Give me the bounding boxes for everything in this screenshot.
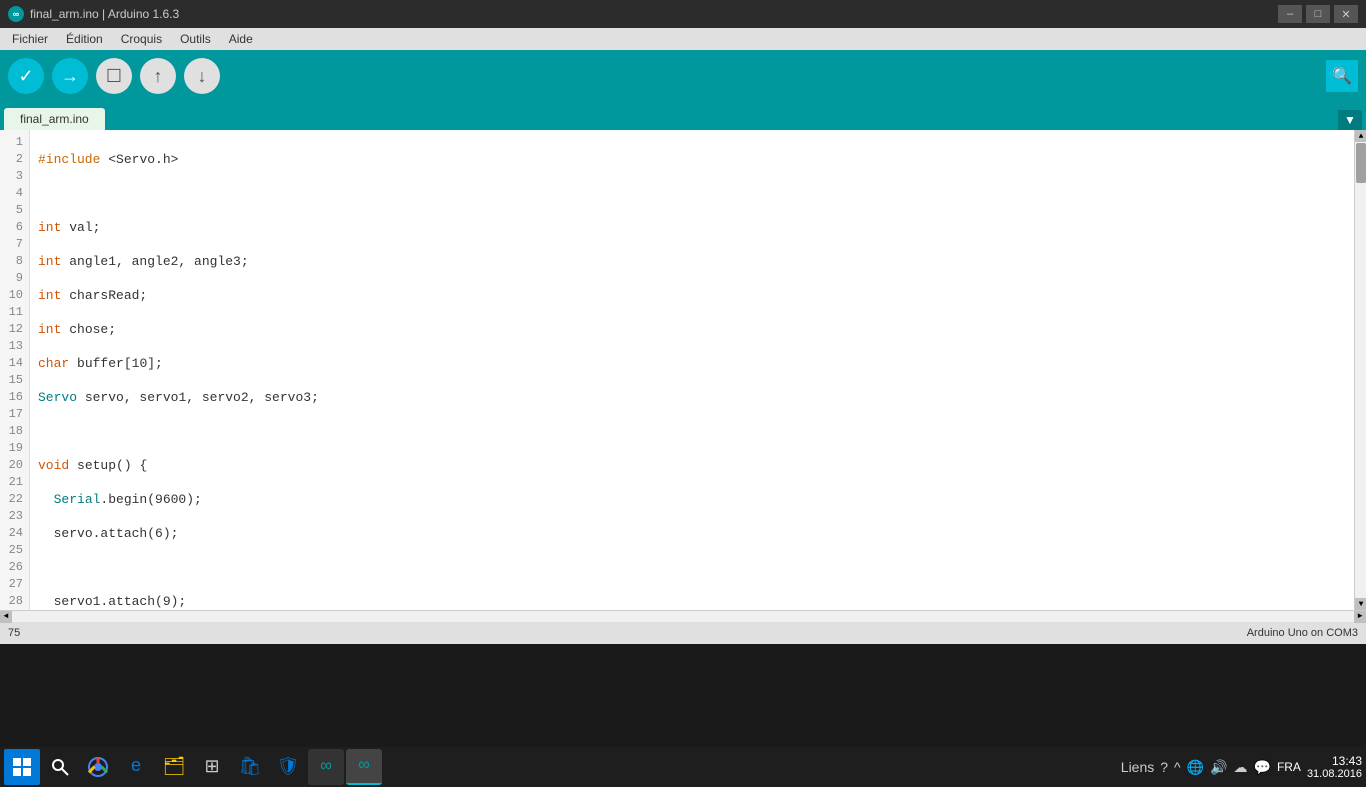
search-toolbar-button[interactable]: 🔍 (1326, 60, 1358, 92)
close-button[interactable]: ✕ (1334, 5, 1358, 23)
taskbar-defender-button[interactable]: 🛡 (270, 749, 306, 785)
taskbar: e 🗂 ⊞ 🛍 🛡 ∞ ∞ Liens ? ^ 🌐 🔊 ☁ 💬 FRA 13:4… (0, 747, 1366, 787)
clock-time: 13:43 (1307, 754, 1362, 768)
code-line-6: int chose; (38, 321, 1346, 338)
code-line-5: int charsRead; (38, 287, 1346, 304)
toolbar: ✓ → ☐ ↑ ↓ 🔍 (0, 50, 1366, 102)
tabs-bar: final_arm.ino ▼ (0, 102, 1366, 130)
onedrive-icon[interactable]: ☁ (1234, 759, 1248, 776)
windows-icon (13, 758, 31, 776)
notification-icon[interactable]: 💬 (1254, 759, 1271, 776)
chrome-icon (87, 756, 109, 778)
scroll-left-button[interactable]: ◄ (0, 611, 12, 623)
status-board: Arduino Uno on COM3 (1247, 627, 1358, 639)
network-icon[interactable]: 🌐 (1187, 759, 1204, 776)
status-line: 75 (8, 627, 20, 639)
statusbar: 75 Arduino Uno on COM3 (0, 622, 1366, 644)
code-line-14: servo1.attach(9); (38, 593, 1346, 610)
code-line-9 (38, 423, 1346, 440)
menu-edition[interactable]: Édition (58, 30, 111, 48)
serial-output-area (0, 644, 1366, 747)
code-editor[interactable]: #include <Servo.h> int val; int angle1, … (30, 130, 1354, 610)
menu-outils[interactable]: Outils (172, 30, 219, 48)
upload-button[interactable]: → (52, 58, 88, 94)
code-line-1: #include <Servo.h> (38, 151, 1346, 168)
scroll-right-button[interactable]: ► (1354, 611, 1366, 623)
menu-fichier[interactable]: Fichier (4, 30, 56, 48)
maximize-button[interactable]: □ (1306, 5, 1330, 23)
code-line-10: void setup() { (38, 457, 1346, 474)
code-line-11: Serial.begin(9600); (38, 491, 1346, 508)
volume-icon[interactable]: 🔊 (1210, 759, 1227, 776)
code-line-2 (38, 185, 1346, 202)
titlebar: ∞ final_arm.ino | Arduino 1.6.3 – □ ✕ (0, 0, 1366, 28)
editor-container: 1 2 3 4 5 6 7 8 9 10 11 12 13 14 15 16 1… (0, 130, 1366, 610)
system-clock[interactable]: 13:43 31.08.2016 (1307, 754, 1362, 780)
taskbar-systray: Liens ? ^ 🌐 🔊 ☁ 💬 FRA 13:43 31.08.2016 (1121, 754, 1362, 780)
taskbar-calculator-button[interactable]: ⊞ (194, 749, 230, 785)
taskbar-store-button[interactable]: 🛍 (232, 749, 268, 785)
help-icon[interactable]: ? (1160, 759, 1168, 775)
titlebar-title: final_arm.ino | Arduino 1.6.3 (30, 7, 179, 21)
minimize-button[interactable]: – (1278, 5, 1302, 23)
code-line-7: char buffer[10]; (38, 355, 1346, 372)
hscroll-track (12, 612, 1354, 622)
titlebar-left: ∞ final_arm.ino | Arduino 1.6.3 (8, 6, 179, 22)
code-line-4: int angle1, angle2, angle3; (38, 253, 1346, 270)
code-line-13 (38, 559, 1346, 576)
menu-aide[interactable]: Aide (221, 30, 261, 48)
line-numbers: 1 2 3 4 5 6 7 8 9 10 11 12 13 14 15 16 1… (0, 130, 30, 610)
titlebar-controls: – □ ✕ (1278, 5, 1358, 23)
menubar: Fichier Édition Croquis Outils Aide (0, 28, 1366, 50)
search-icon (50, 757, 70, 777)
code-line-8: Servo servo, servo1, servo2, servo3; (38, 389, 1346, 406)
code-line-12: servo.attach(6); (38, 525, 1346, 542)
taskbar-chrome-button[interactable] (80, 749, 116, 785)
liens-label[interactable]: Liens (1121, 759, 1154, 775)
menu-croquis[interactable]: Croquis (113, 30, 170, 48)
verify-button[interactable]: ✓ (8, 58, 44, 94)
taskbar-arduino-launch-button[interactable]: ∞ (308, 749, 344, 785)
taskbar-files-button[interactable]: 🗂 (156, 749, 192, 785)
new-button[interactable]: ☐ (96, 58, 132, 94)
horizontal-scrollbar[interactable]: ◄ ► (0, 610, 1366, 622)
code-line-3: int val; (38, 219, 1346, 236)
taskbar-search-button[interactable] (42, 749, 78, 785)
scroll-up-button[interactable]: ▲ (1355, 130, 1366, 142)
tab-dropdown-button[interactable]: ▼ (1338, 110, 1362, 130)
open-button[interactable]: ↑ (140, 58, 176, 94)
vertical-scrollbar[interactable]: ▲ ▼ (1354, 130, 1366, 610)
arduino-logo-icon: ∞ (8, 6, 24, 22)
scroll-down-button[interactable]: ▼ (1355, 598, 1366, 610)
save-button[interactable]: ↓ (184, 58, 220, 94)
taskbar-edge-button[interactable]: e (118, 749, 154, 785)
start-button[interactable] (4, 749, 40, 785)
taskbar-arduino-ide-button[interactable]: ∞ (346, 749, 382, 785)
tab-final-arm[interactable]: final_arm.ino (4, 108, 105, 130)
clock-date: 31.08.2016 (1307, 768, 1362, 780)
chevron-icon[interactable]: ^ (1174, 759, 1181, 775)
scroll-thumb[interactable] (1356, 143, 1366, 183)
language-label: FRA (1277, 760, 1301, 774)
